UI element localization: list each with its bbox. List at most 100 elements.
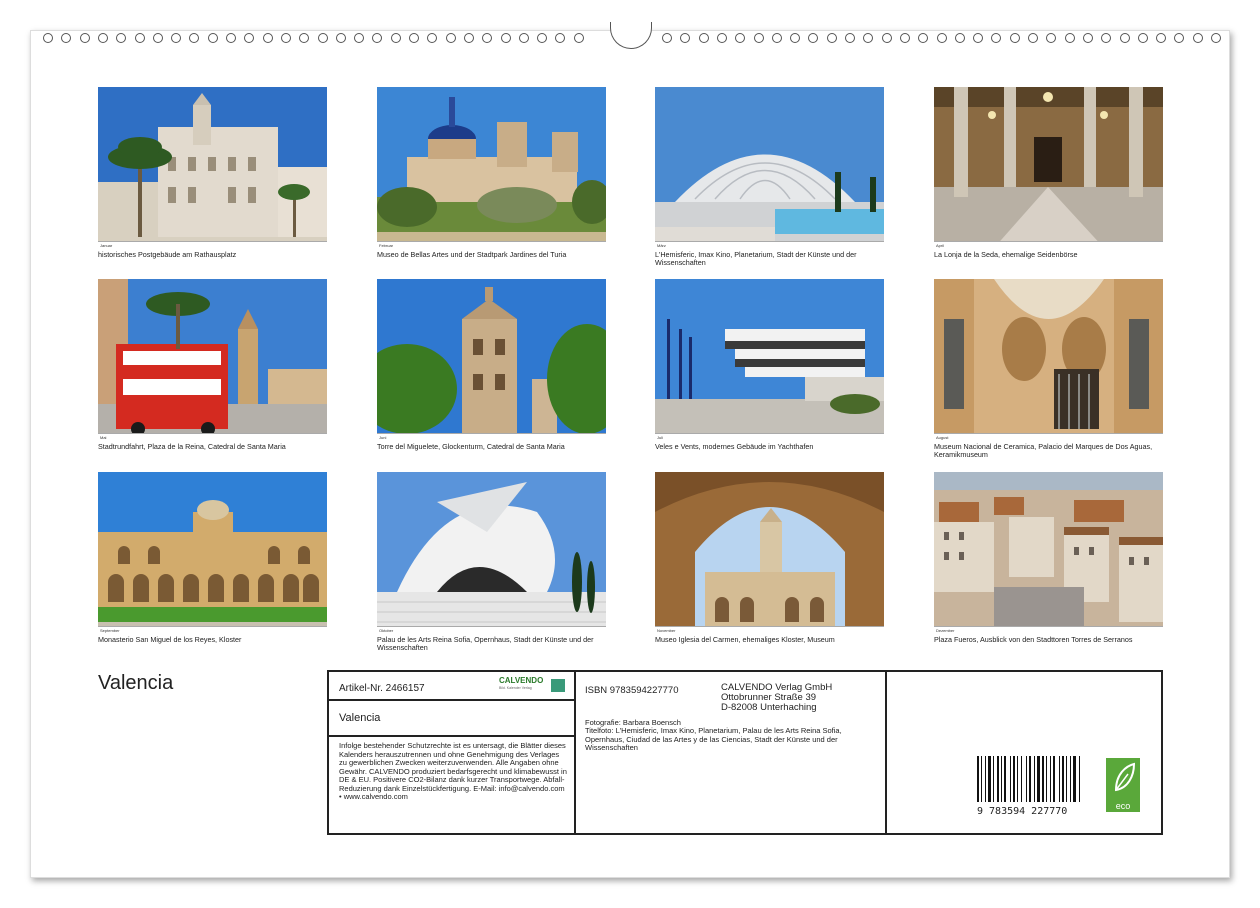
month-strip: September: [98, 626, 327, 633]
calendar-title: Valencia: [98, 672, 174, 694]
photo-caption: Stadtrundfahrt, Plaza de la Reina, Cated…: [98, 442, 286, 451]
month-strip: Oktober: [377, 626, 606, 633]
ring-hole: [1082, 33, 1093, 43]
ring-hole: [537, 33, 548, 43]
ring-hole: [1192, 33, 1203, 43]
ring-hole: [317, 33, 328, 43]
month-strip: Februar: [377, 241, 606, 248]
info-divider: [885, 672, 887, 833]
calvendo-logo: CALVENDO Bild. Kalender Verlag: [497, 676, 565, 696]
ring-hole: [390, 33, 401, 43]
ring-hole: [445, 33, 456, 43]
photo-image: November: [655, 472, 884, 633]
ring-hole: [1101, 33, 1112, 43]
isbn: ISBN 9783594227770: [585, 685, 679, 696]
ring-hole: [863, 33, 874, 43]
ring-hole: [973, 33, 984, 43]
month-photo-1: Januar historisches Postgebäude am Rathau…: [98, 87, 327, 259]
ring-hole: [207, 33, 218, 43]
ring-hole: [936, 33, 947, 43]
ring-hole: [61, 33, 72, 43]
month-photo-10: Oktober Palau de les Arts Reina Sofia, Op…: [377, 472, 606, 652]
month-photo-8: August Museum Nacional de Ceramica, Palac…: [934, 279, 1163, 459]
ring-hole: [500, 33, 511, 43]
article-number: Artikel-Nr. 2466157: [339, 683, 425, 694]
photo-image: Januar: [98, 87, 327, 248]
ring-hole: [1064, 33, 1075, 43]
ring-hole: [262, 33, 273, 43]
photo-image: Februar: [377, 87, 606, 248]
ring-hole: [43, 33, 53, 43]
info-divider: [329, 735, 574, 737]
ring-hole: [299, 33, 310, 43]
photo-caption: La Lonja de la Seda, ehemalige Seidenbör…: [934, 250, 1078, 259]
photo-image: August: [934, 279, 1163, 440]
ring-hole: [991, 33, 1002, 43]
ring-hole: [771, 33, 782, 43]
ring-hole: [826, 33, 837, 43]
month-photo-4: April La Lonja de la Seda, ehemalige Seid…: [934, 87, 1163, 259]
month-strip: Dezember: [934, 626, 1163, 633]
month-photo-3: März L'Hemisferic, Imax Kino, Planetarium…: [655, 87, 884, 267]
photo-image: September: [98, 472, 327, 633]
eco-badge: eco: [1106, 758, 1140, 812]
month-strip: Januar: [98, 241, 327, 248]
ring-hole: [409, 33, 419, 43]
ring-hole: [662, 33, 672, 43]
ring-hole: [171, 33, 182, 43]
ring-hole: [899, 33, 910, 43]
photo-caption: Plaza Fueros, Ausblick von den Stadttore…: [934, 635, 1133, 644]
month-photo-6: Juni Torre del Miguelete, Glockenturm, Ca…: [377, 279, 606, 451]
ring-hole: [482, 33, 493, 43]
photo-caption: Museum Nacional de Ceramica, Palacio del…: [934, 442, 1153, 459]
photo-caption: Torre del Miguelete, Glockenturm, Catedr…: [377, 442, 565, 451]
month-strip: März: [655, 241, 884, 248]
month-photo-11: November Museo Iglesia del Carmen, ehemal…: [655, 472, 884, 644]
publisher-city: D-82008 Unterhaching: [721, 702, 817, 713]
ring-hole: [1046, 33, 1057, 43]
photo-caption: Monasterio San Miguel de los Reyes, Klos…: [98, 635, 242, 644]
ring-hole: [716, 33, 727, 43]
info-divider: [574, 672, 576, 833]
ring-hole: [1119, 33, 1130, 43]
ring-hole: [1137, 33, 1148, 43]
month-strip: November: [655, 626, 884, 633]
month-photo-9: September Monasterio San Miguel de los Re…: [98, 472, 327, 644]
month-strip: Juni: [377, 433, 606, 440]
ring-hole: [698, 33, 709, 43]
product-title: Valencia: [339, 712, 381, 724]
photo-caption: Museo de Bellas Artes und der Stadtpark …: [377, 250, 567, 259]
calvendo-mark-icon: [551, 679, 565, 692]
photo-image: Juli: [655, 279, 884, 440]
month-strip: Mai: [98, 433, 327, 440]
cover-photo-credit: Titelfoto: L'Hemisferic, Imax Kino, Plan…: [585, 726, 842, 752]
month-photo-12: Dezember Plaza Fueros, Ausblick von den S…: [934, 472, 1163, 644]
month-photo-7: Juli Veles e Vents, modernes Gebäude im Y…: [655, 279, 884, 451]
photo-image: März: [655, 87, 884, 248]
ring-hole: [134, 33, 145, 43]
ring-hole: [680, 33, 691, 43]
ring-hole: [808, 33, 819, 43]
month-photo-2: Februar Museo de Bellas Artes und der Sta…: [377, 87, 606, 259]
month-photo-5: Mai Stadtrundfahrt, Plaza de la Reina, Ca…: [98, 279, 327, 451]
ring-hole: [97, 33, 108, 43]
photo-image: April: [934, 87, 1163, 248]
leaf-icon: [1114, 762, 1136, 792]
ring-hole: [1174, 33, 1185, 43]
eco-label: eco: [1115, 801, 1131, 811]
ring-hole: [244, 33, 255, 43]
ring-hole: [79, 33, 90, 43]
ring-hole: [226, 33, 236, 43]
photo-caption: Veles e Vents, modernes Gebäude im Yacht…: [655, 442, 814, 451]
ring-hole: [753, 33, 764, 43]
ring-hole: [116, 33, 127, 43]
barcode: 9 783594 227770: [977, 756, 1087, 817]
ring-hole: [518, 33, 529, 43]
ring-hole: [1211, 33, 1221, 43]
ring-hole: [1156, 33, 1167, 43]
month-strip: August: [934, 433, 1163, 440]
ring-hole: [845, 33, 855, 43]
calvendo-logo-text: CALVENDO: [499, 676, 544, 685]
legal-text: Infolge bestehender Schutzrechte ist es …: [339, 741, 567, 801]
ring-hole: [280, 33, 291, 43]
